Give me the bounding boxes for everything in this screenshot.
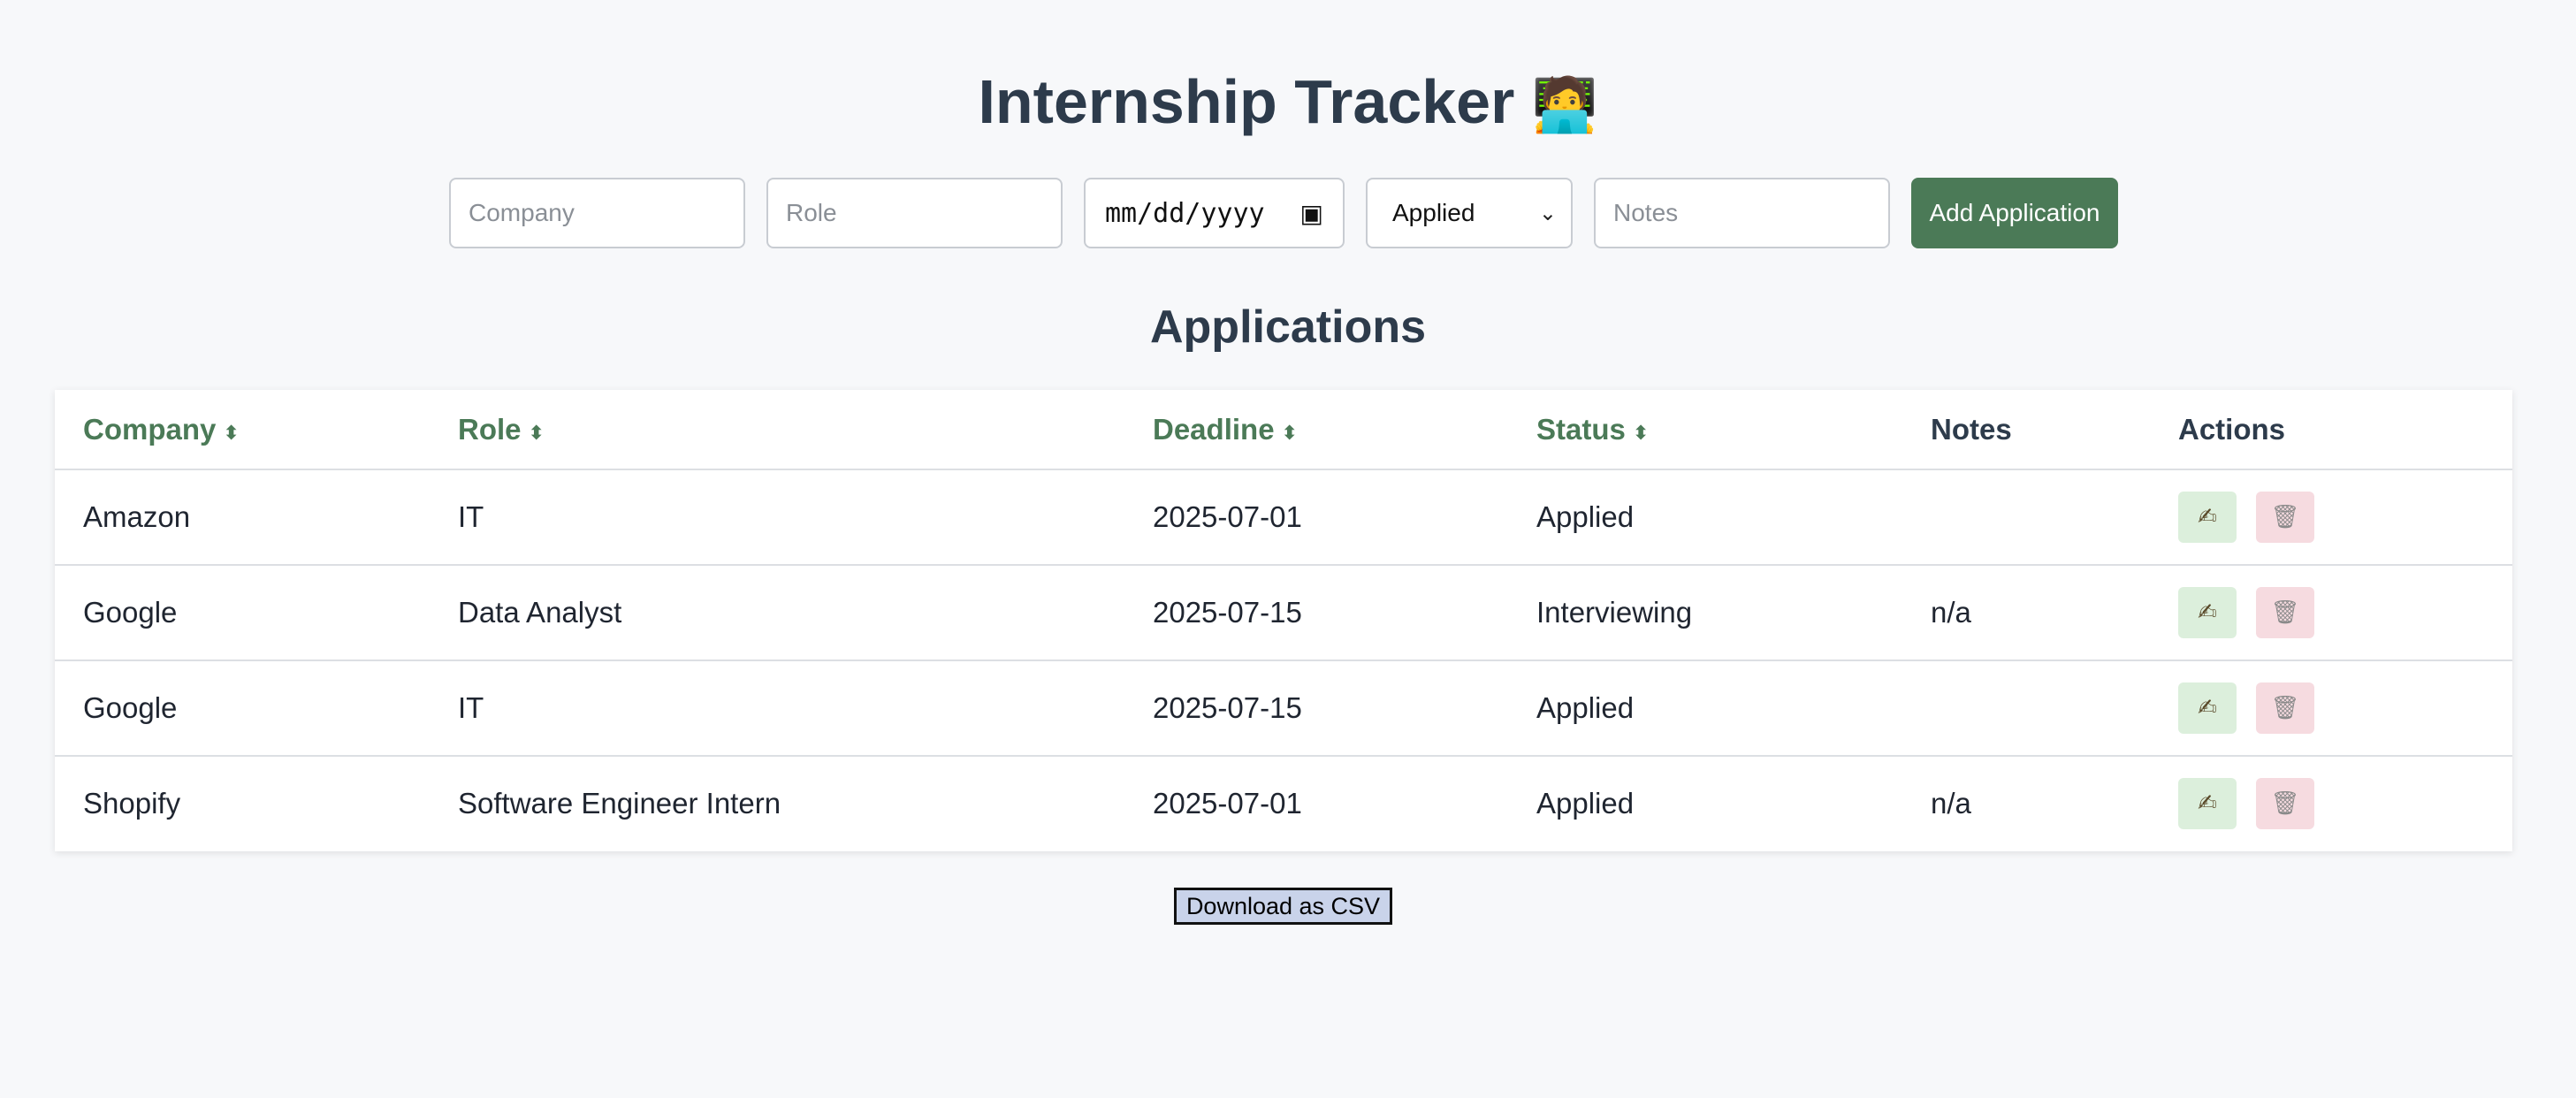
edit-icon: ✍ xyxy=(2198,695,2217,721)
cell-notes: n/a xyxy=(1931,787,1971,820)
edit-icon: ✍ xyxy=(2198,599,2217,626)
edit-button[interactable]: ✍ xyxy=(2178,492,2237,543)
trash-icon: 🗑 xyxy=(2270,695,2300,721)
column-header-deadline[interactable]: Deadline ⬍ xyxy=(1153,390,1298,469)
cell-status: Applied xyxy=(1536,787,1635,820)
edit-icon: ✍ xyxy=(2198,790,2217,817)
deadline-date-input[interactable]: mm/dd/yyyy ▣ xyxy=(1084,178,1345,248)
page-title: Internship Tracker 🧑‍💻 xyxy=(0,62,2576,145)
cell-status: Applied xyxy=(1536,500,1635,533)
download-csv-button[interactable]: Download as CSV xyxy=(1174,888,1392,925)
cell-deadline: 2025-07-01 xyxy=(1153,500,1302,533)
delete-button[interactable]: 🗑 xyxy=(2256,587,2314,638)
edit-button[interactable]: ✍ xyxy=(2178,587,2237,638)
column-header-company[interactable]: Company ⬍ xyxy=(83,390,240,469)
edit-icon: ✍ xyxy=(2198,504,2217,530)
sort-icon: ⬍ xyxy=(528,422,545,444)
cell-role: Data Analyst xyxy=(458,596,622,629)
delete-button[interactable]: 🗑 xyxy=(2256,492,2314,543)
cell-role: IT xyxy=(458,691,484,724)
sort-icon: ⬍ xyxy=(223,422,240,444)
sort-icon: ⬍ xyxy=(1281,422,1298,444)
technologist-icon: 🧑‍💻 xyxy=(1531,74,1598,136)
chevron-down-icon: ⌄ xyxy=(1538,201,1557,225)
cell-status: Applied xyxy=(1536,691,1635,724)
cell-status: Interviewing xyxy=(1536,596,1693,629)
column-header-company-label: Company xyxy=(83,413,217,446)
cell-company: Shopify xyxy=(83,787,181,820)
page-title-text: Internship Tracker xyxy=(978,67,1515,136)
date-format-text: mm/dd/yyyy xyxy=(1105,197,1265,229)
cell-notes: n/a xyxy=(1931,596,1971,629)
column-header-deadline-label: Deadline xyxy=(1153,413,1275,446)
cell-company: Google xyxy=(83,596,178,629)
status-select-value: Applied xyxy=(1392,199,1475,226)
status-select[interactable]: Applied ⌄ xyxy=(1366,178,1573,248)
applications-heading: Applications xyxy=(1149,301,1427,353)
column-header-role[interactable]: Role ⬍ xyxy=(458,390,545,469)
cell-role: IT xyxy=(458,500,484,533)
cell-deadline: 2025-07-15 xyxy=(1153,596,1302,629)
cell-company: Amazon xyxy=(83,500,191,533)
delete-button[interactable]: 🗑 xyxy=(2256,682,2314,734)
calendar-icon[interactable]: ▣ xyxy=(1300,199,1323,228)
column-header-notes: Notes xyxy=(1931,413,2012,446)
column-header-status-label: Status xyxy=(1536,413,1626,446)
cell-deadline: 2025-07-15 xyxy=(1153,691,1302,724)
add-application-button[interactable]: Add Application xyxy=(1911,178,2118,248)
edit-button[interactable]: ✍ xyxy=(2178,682,2237,734)
column-header-actions: Actions xyxy=(2178,413,2286,446)
trash-icon: 🗑 xyxy=(2270,599,2300,626)
trash-icon: 🗑 xyxy=(2270,790,2300,817)
cell-company: Google xyxy=(83,691,178,724)
trash-icon: 🗑 xyxy=(2270,504,2300,530)
role-input[interactable] xyxy=(766,178,1063,248)
cell-deadline: 2025-07-01 xyxy=(1153,787,1302,820)
column-header-status[interactable]: Status ⬍ xyxy=(1536,390,1649,469)
column-header-role-label: Role xyxy=(458,413,522,446)
edit-button[interactable]: ✍ xyxy=(2178,778,2237,829)
delete-button[interactable]: 🗑 xyxy=(2256,778,2314,829)
notes-input[interactable] xyxy=(1594,178,1890,248)
sort-icon: ⬍ xyxy=(1632,422,1650,444)
company-input[interactable] xyxy=(449,178,745,248)
cell-role: Software Engineer Intern xyxy=(458,787,781,820)
